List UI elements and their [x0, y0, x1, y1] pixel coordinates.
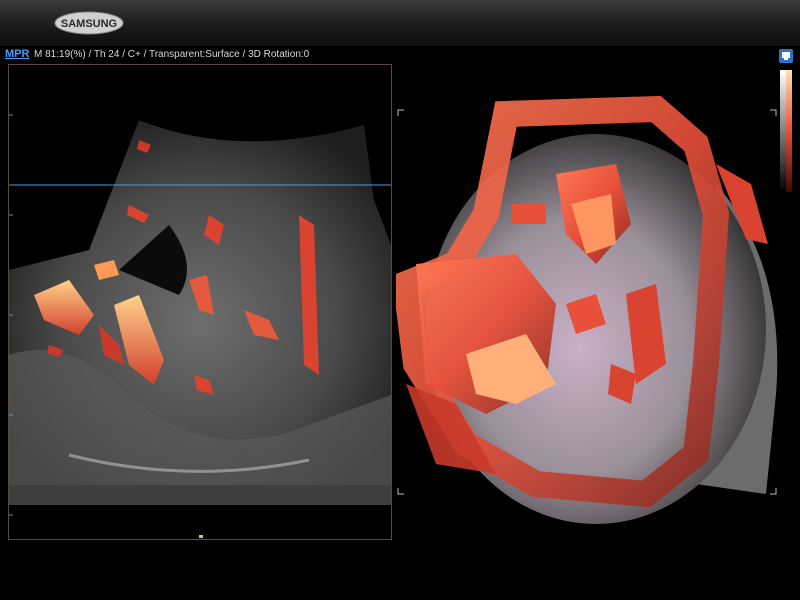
mpr-mode-button[interactable]: MPR: [5, 48, 29, 60]
status-info: M 81:19(%) / Th 24 / C+ / Transparent:Su…: [34, 49, 310, 60]
3d-render-view[interactable]: [396, 64, 792, 540]
samsung-logo: SAMSUNG: [54, 11, 124, 35]
brand-text: SAMSUNG: [61, 18, 117, 30]
device-icon[interactable]: [779, 49, 793, 63]
top-bar: SAMSUNG: [0, 0, 800, 46]
color-scale-bar: [780, 70, 792, 192]
mpr-2d-view[interactable]: [8, 64, 392, 540]
